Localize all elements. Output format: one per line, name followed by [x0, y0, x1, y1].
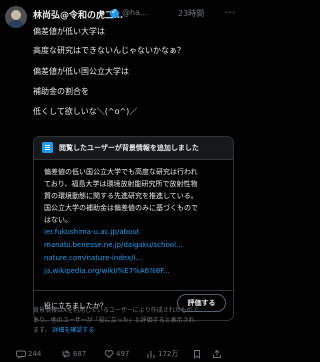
verified-badge-icon [110, 7, 119, 18]
avatar-body [8, 20, 24, 28]
more-options-icon[interactable]: … [225, 5, 235, 16]
post-header: 林尚弘@令和の虎二… @ha… 23時間 … [33, 5, 238, 23]
post-time[interactable]: 23時間 [178, 8, 204, 19]
reply-count: 244 [28, 349, 42, 358]
note-body-line-3: 質の環境動態に関する先進研究を推進している。 [44, 192, 198, 200]
note-source-link-2[interactable]: manabi.benesse.ne.jp/daigaku/school... [44, 241, 183, 249]
post-text-line-2: 高度な研究はできないんじゃないかなぁ？ [33, 46, 185, 55]
community-note-header: 閲覧したユーザーが背景情報を追加しました [34, 137, 233, 160]
note-divider [34, 290, 233, 291]
share-action[interactable] [212, 343, 222, 358]
note-disclaimer-line-3: ます。 詳細を確認する [33, 325, 94, 334]
post-text-line-3: 偏差値が低い国公立大学は [33, 67, 129, 76]
note-body-line-1: 偏差値の低い国公立大学でも高度な研究は行われ [44, 168, 198, 176]
retweet-count: 687 [73, 349, 87, 358]
retweet-action[interactable]: 687 [61, 343, 87, 358]
community-note-title: 閲覧したユーザーが背景情報を追加しました [59, 144, 199, 152]
post-actions-bar: 244 687 497 172万 [16, 343, 238, 359]
avatar[interactable] [5, 6, 27, 28]
note-body-line-5: はない。 [44, 216, 72, 224]
post-text-line-4: 補助金の割合を [33, 87, 89, 96]
views-chart-icon [147, 350, 155, 358]
bookmark-icon [194, 349, 200, 359]
reply-action[interactable]: 244 [16, 343, 42, 359]
like-action[interactable]: 497 [104, 343, 130, 358]
community-notes-icon [42, 142, 53, 153]
share-icon [213, 349, 221, 358]
post-text-line-1: 偏差値が低い大学は [33, 27, 105, 36]
view-count: 172万 [158, 349, 179, 358]
note-disclaimer-prefix: ます。 [33, 327, 51, 334]
note-source-link-1[interactable]: ier.fukushima-u.ac.jp/about [44, 228, 140, 236]
learn-more-link[interactable]: 詳細を確認する [52, 327, 94, 334]
post-text-line-5: 低くして欲しいな＼(^o^)／ [33, 107, 138, 116]
retweet-icon [62, 349, 70, 358]
note-source-link-3[interactable]: nature.com/nature-index/i... [44, 254, 142, 262]
community-note-card: 閲覧したユーザーが背景情報を追加しました 偏差値の低い国公立大学でも高度な研究は… [33, 136, 234, 321]
note-body-line-4: 国公立大学の補助金は偏差値のみに基づくもので [44, 204, 198, 212]
views-action[interactable]: 172万 [146, 343, 179, 358]
heart-icon [104, 349, 114, 358]
note-source-link-4[interactable]: ja.wikipedia.org/wiki/%E7%A6%8F... [44, 267, 170, 275]
bookmark-action[interactable] [192, 343, 202, 359]
note-body-line-2: ており、福島大学は環境放射能研究所で放射性物 [44, 180, 198, 188]
reply-icon [16, 350, 26, 359]
like-count: 497 [116, 349, 130, 358]
author-handle[interactable]: @ha… [122, 8, 148, 17]
note-disclaimer-line-1: 背景情報はXを利用しているユーザーにより作成されたもので [33, 307, 199, 314]
note-disclaimer-line-2: あり、他のユーザーが「役に立った」と評価すると表示され [33, 317, 195, 324]
avatar-face [11, 10, 21, 20]
